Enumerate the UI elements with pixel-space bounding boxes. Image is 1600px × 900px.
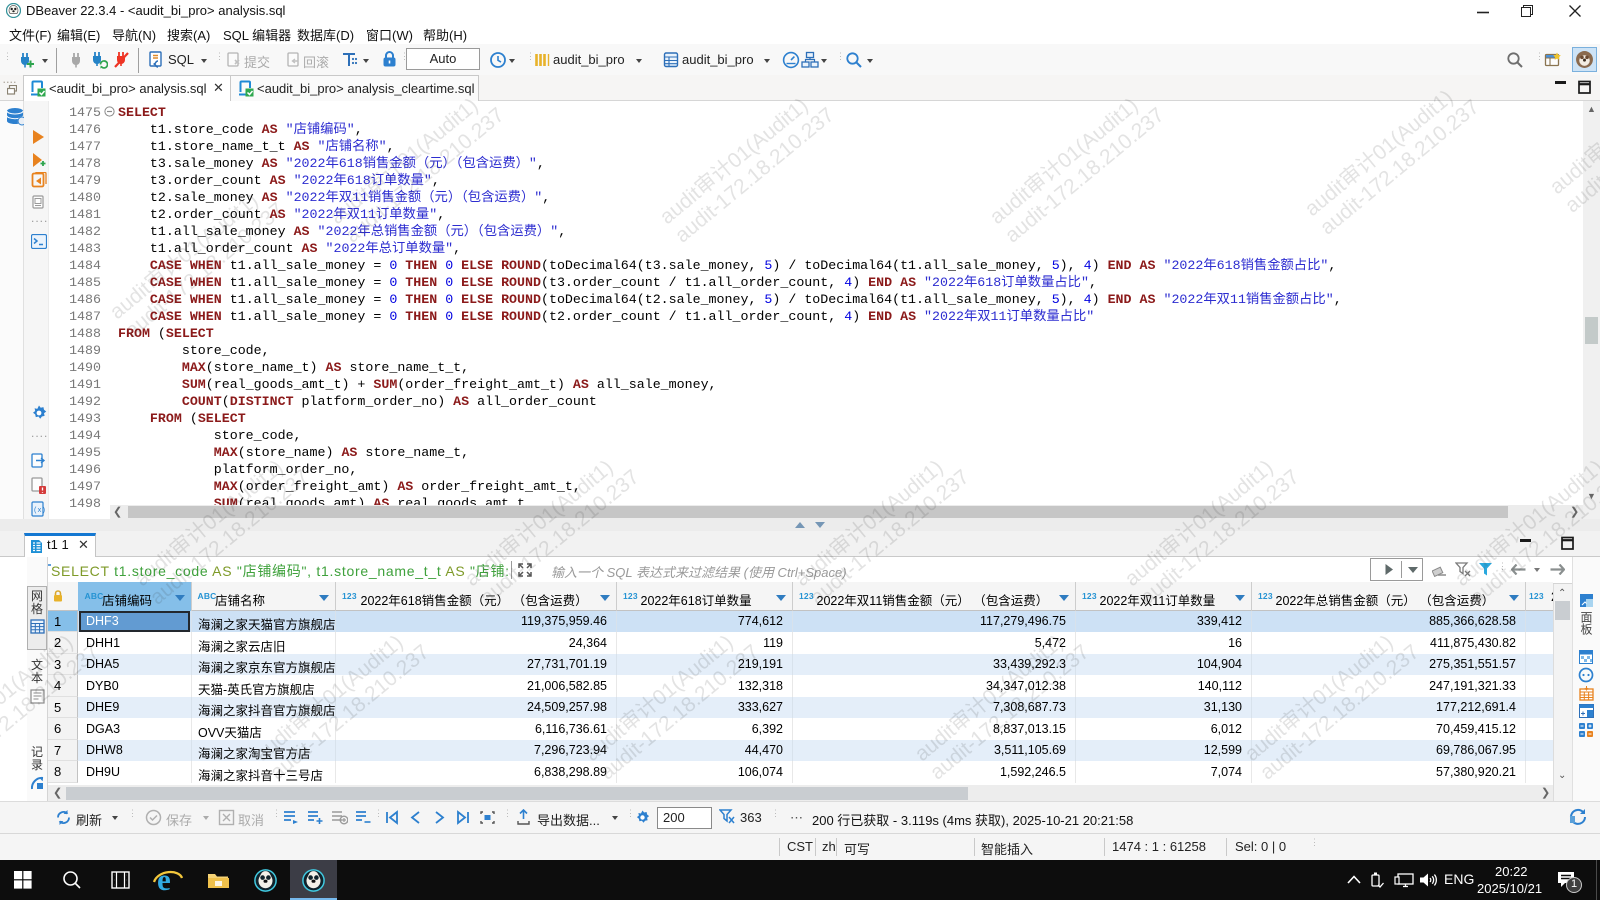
svg-text:(x): (x)	[33, 507, 46, 515]
